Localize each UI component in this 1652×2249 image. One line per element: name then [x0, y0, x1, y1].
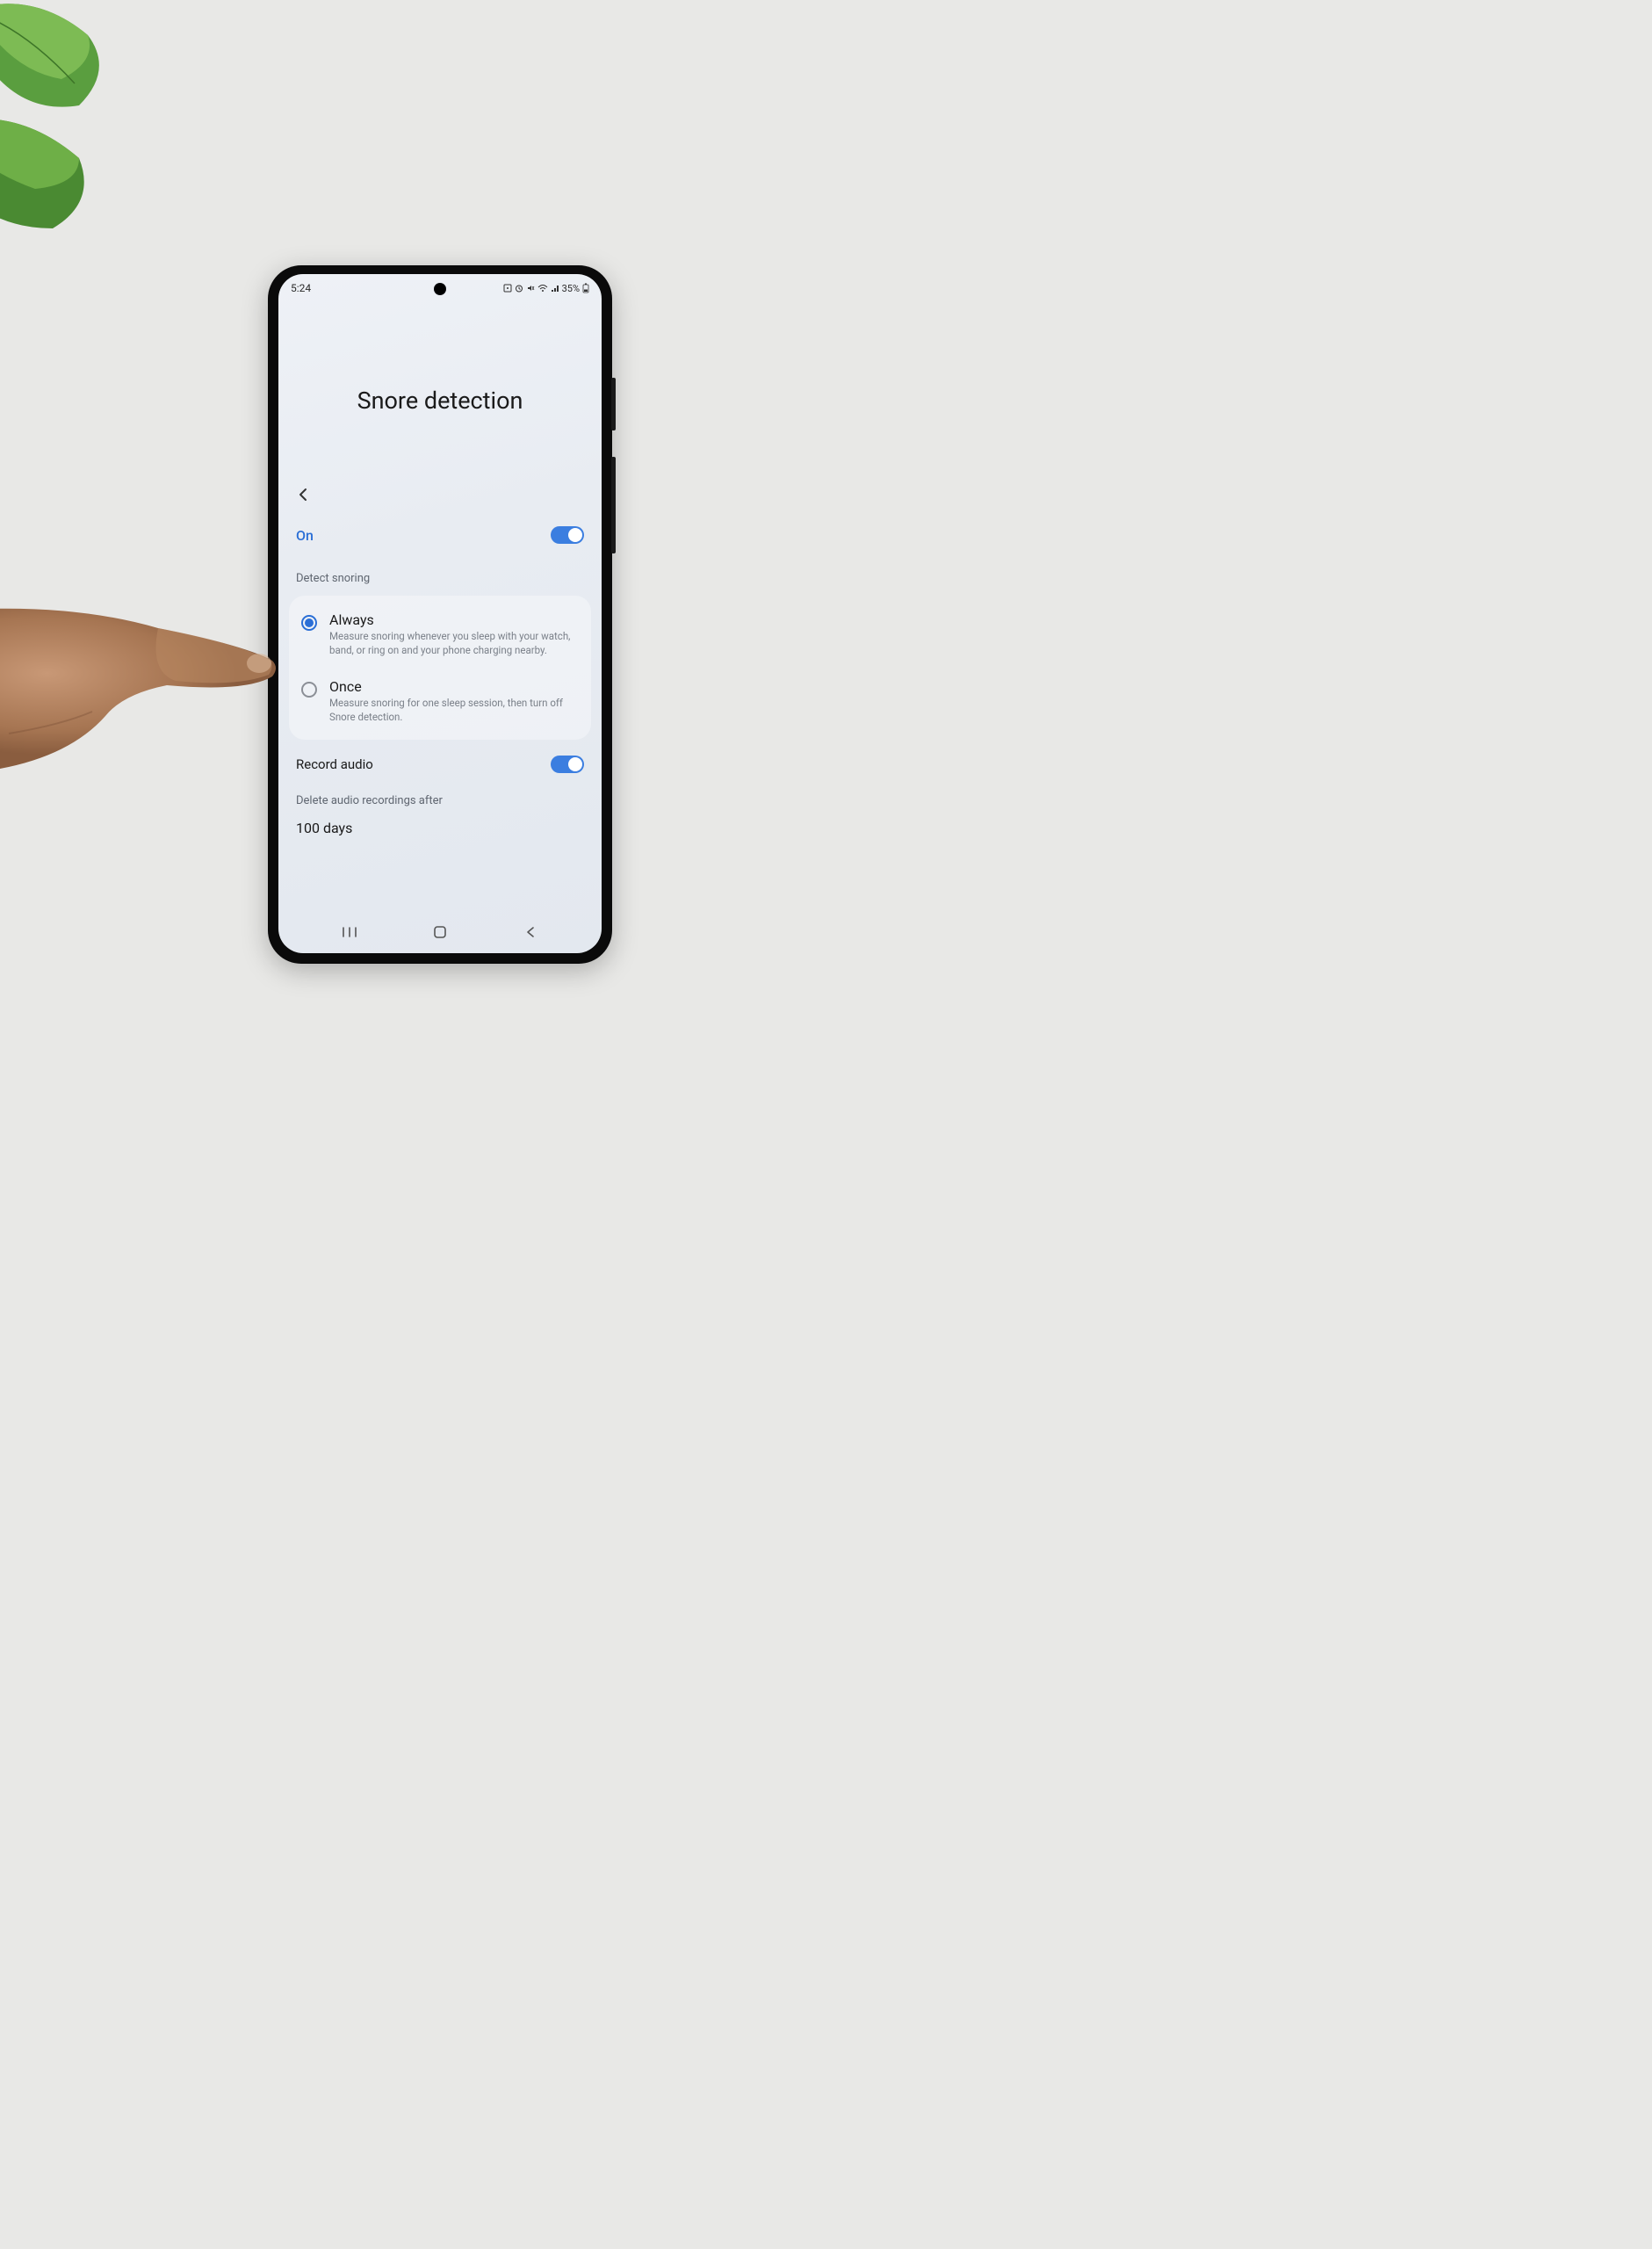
main-toggle-switch[interactable]	[551, 526, 584, 544]
battery-icon	[582, 283, 589, 293]
page-title: Snore detection	[278, 387, 602, 415]
recents-button[interactable]	[328, 925, 372, 939]
radio-option-always[interactable]: Always Measure snoring whenever you slee…	[292, 601, 588, 668]
volume-button	[611, 457, 616, 553]
radio-always-title: Always	[329, 611, 579, 628]
signal-icon	[551, 284, 559, 293]
radio-once-desc: Measure snoring for one sleep session, t…	[329, 697, 579, 724]
plant-decoration	[0, 0, 158, 246]
page-header: Snore detection	[278, 299, 602, 485]
detect-section-header: Detect snoring	[289, 556, 591, 590]
phone-frame: 5:24 35%	[268, 265, 612, 964]
status-icons: 35%	[503, 283, 589, 294]
delete-section-header: Delete audio recordings after	[289, 782, 591, 811]
wifi-icon	[537, 284, 548, 293]
battery-text: 35%	[562, 283, 580, 294]
alarm-icon	[515, 284, 523, 293]
home-button[interactable]	[418, 925, 462, 939]
radio-always-desc: Measure snoring whenever you sleep with …	[329, 630, 579, 657]
hand-pointing	[0, 580, 299, 808]
record-audio-label: Record audio	[296, 756, 373, 772]
radio-always[interactable]	[301, 615, 317, 631]
front-camera	[434, 283, 446, 295]
nfc-icon	[503, 284, 512, 293]
record-audio-switch[interactable]	[551, 756, 584, 773]
phone-screen: 5:24 35%	[278, 274, 602, 953]
main-toggle-label: On	[296, 527, 314, 544]
navigation-bar	[278, 916, 602, 953]
radio-once-title: Once	[329, 678, 579, 695]
main-toggle-row[interactable]: On	[289, 514, 591, 556]
radio-once[interactable]	[301, 682, 317, 698]
status-time: 5:24	[291, 282, 311, 294]
power-button	[611, 378, 616, 430]
back-button[interactable]	[294, 485, 314, 504]
record-audio-row[interactable]: Record audio	[289, 740, 591, 782]
delete-value-row[interactable]: 100 days	[289, 811, 591, 845]
nav-back-button[interactable]	[509, 925, 552, 939]
radio-option-once[interactable]: Once Measure snoring for one sleep sessi…	[292, 668, 588, 734]
detect-options-card: Always Measure snoring whenever you slee…	[289, 596, 591, 740]
mute-icon	[526, 284, 535, 293]
